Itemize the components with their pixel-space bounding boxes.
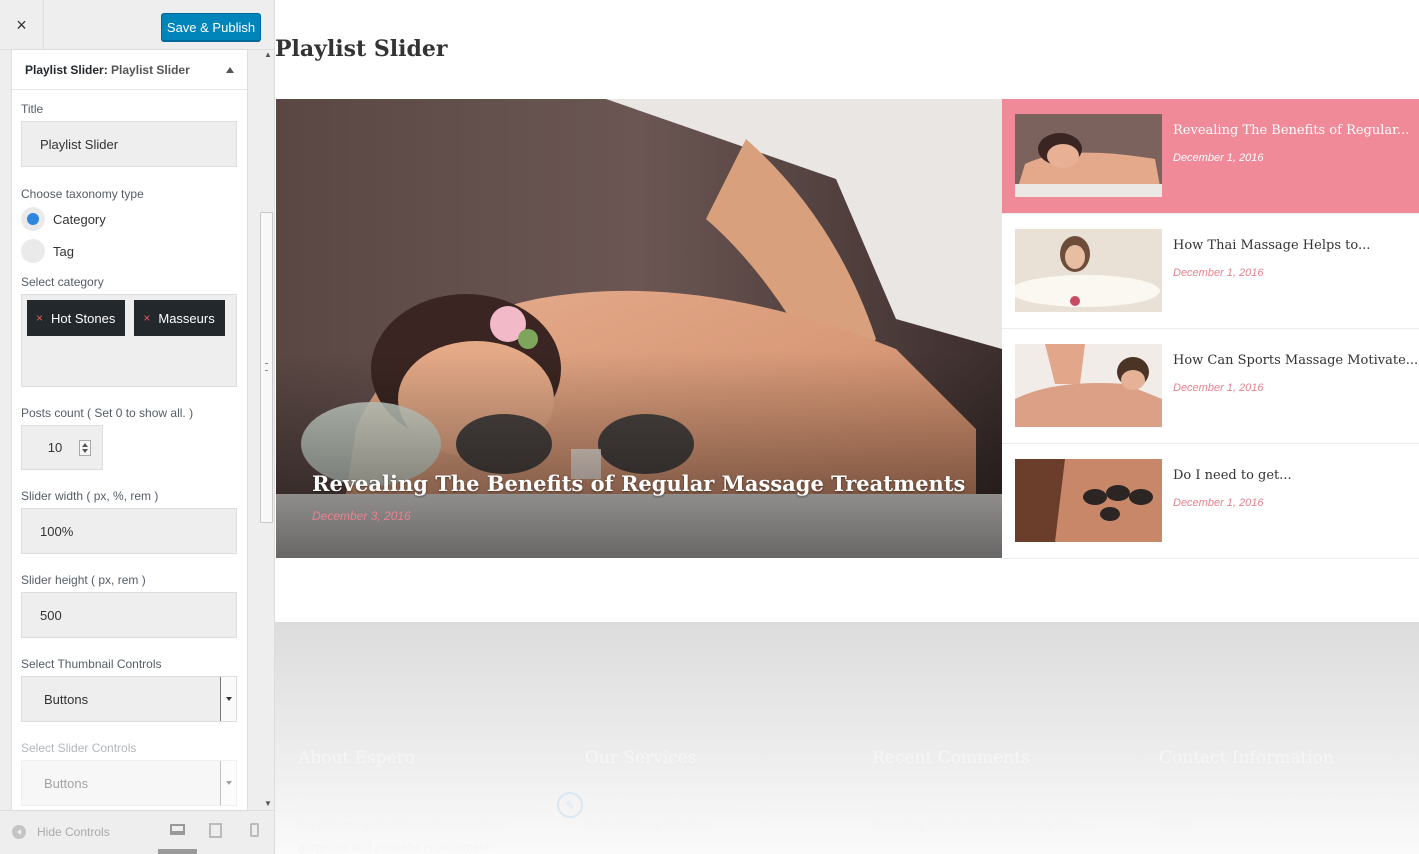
thumbnail-image <box>1015 114 1162 197</box>
radio-selected-icon[interactable] <box>21 207 45 231</box>
thumbnail-image <box>1015 344 1162 427</box>
radio-tag[interactable]: Tag <box>21 235 238 267</box>
widget-type-label: Playlist Slider: <box>25 62 108 77</box>
footer-about-text: Our mission at Espero is to provide you … <box>298 796 533 854</box>
edit-pencil-icon[interactable]: ✎ <box>557 792 583 818</box>
slider-height-label: Slider height ( px, rem ) <box>21 573 146 587</box>
category-chip[interactable]: × Masseurs <box>134 300 225 336</box>
footer-contact-title: Contact Information <box>1159 748 1334 768</box>
widget-header[interactable]: Playlist Slider: Playlist Slider <box>12 50 247 90</box>
radio-tag-label: Tag <box>53 243 74 259</box>
title-input[interactable]: Playlist Slider <box>21 121 237 167</box>
collapse-arrow-icon[interactable] <box>226 66 234 73</box>
save-publish-button[interactable]: Save & Publish <box>161 13 261 41</box>
slider-controls-select[interactable]: Buttons <box>21 760 237 806</box>
posts-count-label: Posts count ( Set 0 to show all. ) <box>21 406 194 420</box>
remove-chip-icon[interactable]: × <box>143 311 150 325</box>
slider-width-label: Slider width ( px, %, rem ) <box>21 489 159 503</box>
slide-title[interactable]: Revealing The Benefits of Regular Massag… <box>312 471 965 496</box>
thumbnail-title[interactable]: Revealing The Benefits of Regular... <box>1173 123 1409 138</box>
thumbnail-title[interactable]: Do I need to get... <box>1173 468 1292 483</box>
footer-comments-title: Recent Comments <box>872 748 1030 768</box>
slider-height-input[interactable]: 500 <box>21 592 237 638</box>
hide-controls-button[interactable]: Hide Controls <box>12 825 110 839</box>
thumbnail-item[interactable]: How Can Sports Massage Motivate... Decem… <box>1002 329 1419 444</box>
thumbnail-controls-label: Select Thumbnail Controls <box>21 657 162 671</box>
customizer-header: × Save & Publish <box>0 0 274 50</box>
footer-service-link[interactable]: Aromatherapy Massage <box>585 818 712 832</box>
chip-label: Hot Stones <box>51 310 116 326</box>
thumbnail-date: December 1, 2016 <box>1173 497 1264 509</box>
thumbnail-item[interactable]: Revealing The Benefits of Regular... Dec… <box>1002 99 1419 214</box>
thumbnail-item[interactable]: How Thai Massage Helps to... December 1,… <box>1002 214 1419 329</box>
scroll-down-icon[interactable]: ▼ <box>264 799 272 808</box>
thumbnail-image <box>1015 229 1162 312</box>
widget-title: Playlist Slider <box>275 36 448 62</box>
radio-category-label: Category <box>53 211 106 227</box>
close-icon: × <box>16 14 27 35</box>
footer-comment-author[interactable]: admin on <box>872 796 921 810</box>
thumbnail-list: Revealing The Benefits of Regular... Dec… <box>1002 99 1419 559</box>
customizer-sidebar: × Save & Publish Playlist Slider: Playli… <box>0 0 275 854</box>
thumbnail-controls-select[interactable]: Buttons <box>21 676 237 722</box>
mobile-preview-icon[interactable] <box>250 823 259 837</box>
customizer-footer: Hide Controls <box>0 810 274 854</box>
title-label: Title <box>21 102 44 116</box>
thumbnail-date: December 1, 2016 <box>1173 152 1264 164</box>
site-footer: About Espero Our mission at Espero is to… <box>275 622 1419 854</box>
footer-about-title: About Espero <box>298 748 416 768</box>
thumbnail-date: December 1, 2016 <box>1173 382 1264 394</box>
thumbnail-title[interactable]: How Thai Massage Helps to... <box>1173 238 1370 253</box>
close-customizer-button[interactable]: × <box>0 0 44 50</box>
footer-services-title: Our Services <box>585 748 697 768</box>
widget-instance-name: Playlist Slider <box>111 62 190 77</box>
widget-settings-panel: Playlist Slider: Playlist Slider Title P… <box>11 50 248 810</box>
footer-contact-text: Address: 4578 Marmora Road, Glasgow D04 … <box>1159 796 1399 832</box>
category-multiselect[interactable]: × Hot Stones × Masseurs <box>21 294 237 387</box>
taxonomy-label: Choose taxonomy type <box>21 187 144 201</box>
category-chip[interactable]: × Hot Stones <box>27 300 126 336</box>
grip-icon <box>265 363 268 371</box>
scroll-up-icon[interactable]: ▲ <box>264 50 272 59</box>
slider-width-input[interactable]: 100% <box>21 508 237 554</box>
collapse-left-icon <box>12 825 26 839</box>
remove-chip-icon[interactable]: × <box>36 311 43 325</box>
thumbnail-item[interactable]: Do I need to get... December 1, 2016 <box>1002 444 1419 559</box>
thumbnail-title[interactable]: How Can Sports Massage Motivate... <box>1173 353 1418 368</box>
site-preview: Playlist Slider Revealing The Benefits o… <box>275 0 1419 854</box>
main-slide[interactable]: Revealing The Benefits of Regular Massag… <box>276 99 1002 558</box>
footer-service-link[interactable]: Pre & Post Natal Massages <box>585 796 732 810</box>
hide-controls-label: Hide Controls <box>37 825 110 839</box>
active-device-indicator <box>158 849 197 854</box>
scroll-thumb[interactable] <box>260 212 273 523</box>
posts-count-value: 10 <box>47 440 63 455</box>
radio-unselected-icon[interactable] <box>21 239 45 263</box>
radio-category[interactable]: Category <box>21 203 238 235</box>
thumbnail-date: December 1, 2016 <box>1173 267 1264 279</box>
slider-controls-value: Buttons <box>44 775 89 791</box>
slider-controls-label: Select Slider Controls <box>21 741 137 755</box>
category-label: Select category <box>21 275 104 289</box>
chevron-down-icon[interactable] <box>220 677 236 721</box>
chip-label: Masseurs <box>158 310 215 326</box>
footer-comment-link[interactable]: Revealing The Benefits of Regular Mas... <box>872 818 1091 832</box>
spinner-arrows-icon[interactable] <box>79 440 91 456</box>
thumbnail-image <box>1015 459 1162 542</box>
sidebar-scrollbar[interactable]: ▲ ▼ <box>258 50 274 810</box>
thumbnail-controls-value: Buttons <box>44 691 89 707</box>
slide-date: December 3, 2016 <box>312 509 411 523</box>
posts-count-stepper[interactable]: 10 <box>21 425 103 470</box>
chevron-down-icon[interactable] <box>220 761 236 805</box>
desktop-preview-icon[interactable] <box>170 824 185 835</box>
tablet-preview-icon[interactable] <box>209 823 222 838</box>
playlist-slider: Revealing The Benefits of Regular Massag… <box>276 99 1419 559</box>
